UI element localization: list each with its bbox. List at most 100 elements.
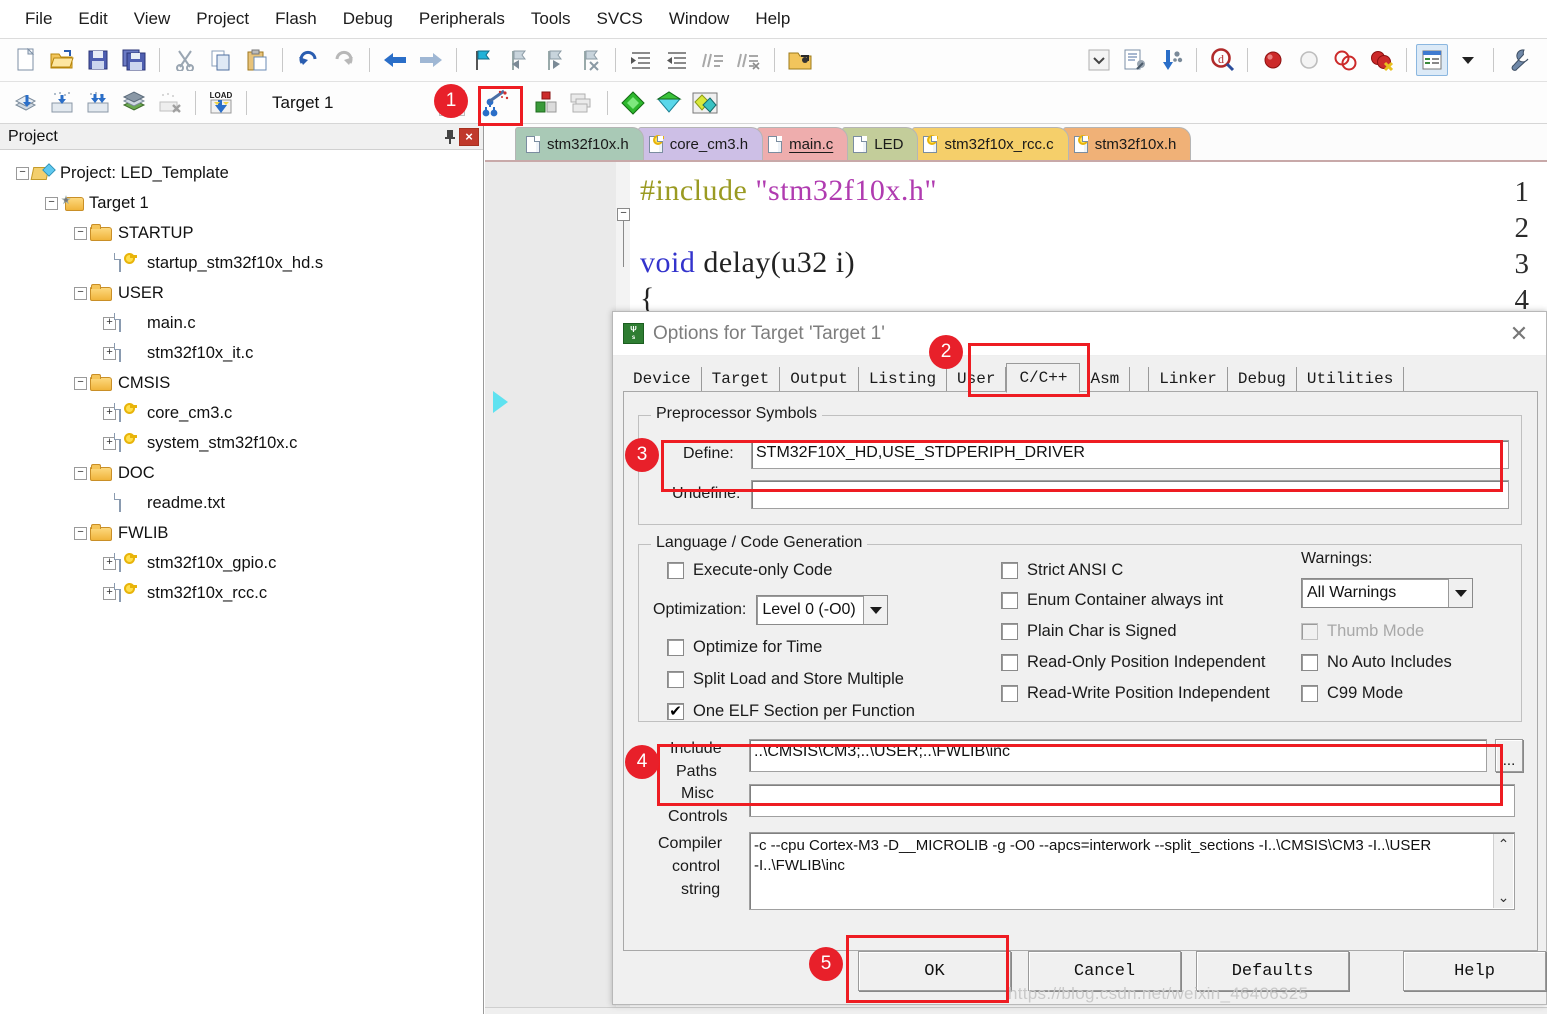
checkbox-strict-ansi-c[interactable]: Strict ANSI C bbox=[1001, 561, 1123, 580]
open-folder-icon[interactable] bbox=[784, 44, 816, 76]
menu-item-edit[interactable]: Edit bbox=[65, 6, 120, 32]
tree-item-project-led-template[interactable]: − Project: LED_Template bbox=[4, 158, 483, 188]
editor-tab-strip[interactable]: stm32f10x.h core_cm3.h main.c LED stm32f10x_… bbox=[485, 124, 1547, 162]
editor-tab-stm32f10x-h[interactable]: stm32f10x.h bbox=[1062, 127, 1192, 160]
navigate-back-icon[interactable] bbox=[379, 44, 411, 76]
tab-device[interactable]: Device bbox=[623, 367, 702, 392]
breakpoint-icon[interactable] bbox=[1257, 44, 1289, 76]
menu-item-view[interactable]: View bbox=[121, 6, 184, 32]
start-debug-icon[interactable] bbox=[617, 87, 649, 119]
tab-c-cpp[interactable]: C/C++ bbox=[1006, 363, 1081, 393]
checkbox-no-auto-includes[interactable]: No Auto Includes bbox=[1301, 653, 1452, 672]
options-for-target-icon[interactable] bbox=[479, 87, 511, 119]
editor-tab-main-c[interactable]: main.c bbox=[757, 127, 849, 160]
dropdown-icon[interactable] bbox=[1083, 44, 1115, 76]
comment-icon[interactable] bbox=[697, 44, 729, 76]
tab-listing[interactable]: Listing bbox=[859, 367, 948, 392]
editor-tab-core-cm3-h[interactable]: core_cm3.h bbox=[637, 127, 764, 160]
build-icon[interactable] bbox=[46, 87, 78, 119]
checkbox-execute-only-code[interactable]: Execute-only Code bbox=[667, 561, 832, 580]
tree-item-fwlib[interactable]: − FWLIB bbox=[4, 518, 483, 548]
fold-toggle-line4[interactable]: − bbox=[617, 208, 630, 221]
close-icon[interactable]: × bbox=[459, 127, 479, 146]
chevron-down-icon[interactable] bbox=[1448, 579, 1472, 607]
breakpoint-kill-all-icon[interactable] bbox=[1365, 44, 1397, 76]
tree-collapse-icon[interactable]: − bbox=[16, 166, 29, 180]
include-paths-input[interactable]: ..\CMSIS\CM3;..\USER;..\FWLIB\inc bbox=[749, 739, 1487, 772]
manage-project-items-icon[interactable] bbox=[530, 87, 562, 119]
editor-tab-stm32f10x-rcc-c[interactable]: stm32f10x_rcc.c bbox=[912, 127, 1069, 160]
translate-icon[interactable] bbox=[10, 87, 42, 119]
misc-controls-input[interactable] bbox=[749, 784, 1515, 817]
tab-output[interactable]: Output bbox=[780, 367, 859, 392]
indent-icon[interactable] bbox=[625, 44, 657, 76]
bookmark-toggle-icon[interactable] bbox=[466, 44, 498, 76]
close-icon[interactable]: ✕ bbox=[1502, 319, 1536, 349]
outdent-icon[interactable] bbox=[661, 44, 693, 76]
tree-item-startup[interactable]: − STARTUP bbox=[4, 218, 483, 248]
menu-item-peripherals[interactable]: Peripherals bbox=[406, 6, 518, 32]
menu-item-project[interactable]: Project bbox=[183, 6, 262, 32]
download-icon[interactable]: LOAD bbox=[205, 87, 237, 119]
rebuild-icon[interactable] bbox=[82, 87, 114, 119]
checkbox-split-load-store[interactable]: Split Load and Store Multiple bbox=[667, 670, 904, 689]
chevron-down-icon[interactable]: ⌄ bbox=[1498, 889, 1510, 906]
tab-asm[interactable]: Asm bbox=[1080, 367, 1131, 392]
insert-file-icon[interactable] bbox=[1119, 44, 1151, 76]
checkbox-box[interactable] bbox=[1001, 562, 1018, 579]
chevron-up-icon[interactable]: ⌃ bbox=[1498, 836, 1510, 853]
checkbox-box[interactable] bbox=[1001, 592, 1018, 609]
define-input[interactable]: STM32F10X_HD,USE_STDPERIPH_DRIVER bbox=[751, 440, 1509, 469]
checkbox-box[interactable] bbox=[1001, 654, 1018, 671]
tree-collapse-icon[interactable]: − bbox=[74, 526, 87, 540]
tree-item-stm32f10x-it-c[interactable]: + stm32f10x_it.c bbox=[4, 338, 483, 368]
menu-item-window[interactable]: Window bbox=[656, 6, 742, 32]
pack-installer-icon[interactable] bbox=[689, 87, 721, 119]
tab-linker[interactable]: Linker bbox=[1148, 367, 1228, 392]
tree-item-doc[interactable]: − DOC bbox=[4, 458, 483, 488]
tab-utilities[interactable]: Utilities bbox=[1297, 367, 1405, 392]
checkbox-box[interactable]: ✔ bbox=[667, 703, 684, 720]
checkbox-enum-container-int[interactable]: Enum Container always int bbox=[1001, 591, 1223, 610]
checkbox-read-write-position-independent[interactable]: Read-Write Position Independent bbox=[1001, 684, 1270, 703]
paste-icon[interactable] bbox=[241, 44, 273, 76]
compiler-string-scrollbar[interactable]: ⌃ ⌄ bbox=[1493, 834, 1513, 908]
checkbox-box[interactable] bbox=[1301, 685, 1318, 702]
compiler-control-string-box[interactable]: -c --cpu Cortex-M3 -D__MICROLIB -g -O0 -… bbox=[749, 832, 1515, 910]
save-all-icon[interactable] bbox=[118, 44, 150, 76]
tree-item-readme-txt[interactable]: readme.txt bbox=[4, 488, 483, 518]
tree-item-system-stm32f10x-c[interactable]: + system_stm32f10x.c bbox=[4, 428, 483, 458]
find-in-files-icon[interactable]: d bbox=[1206, 44, 1238, 76]
tree-collapse-icon[interactable]: − bbox=[45, 196, 58, 210]
configure-tools-icon[interactable] bbox=[1503, 44, 1535, 76]
bookmark-next-icon[interactable] bbox=[538, 44, 570, 76]
tree-collapse-icon[interactable]: − bbox=[74, 286, 87, 300]
checkbox-box[interactable] bbox=[1001, 623, 1018, 640]
tree-item-user[interactable]: − USER bbox=[4, 278, 483, 308]
checkbox-c99-mode[interactable]: C99 Mode bbox=[1301, 684, 1403, 703]
tree-item-core-cm3-c[interactable]: + core_cm3.c bbox=[4, 398, 483, 428]
open-file-icon[interactable] bbox=[46, 44, 78, 76]
tree-item-target-1[interactable]: − Target 1 bbox=[4, 188, 483, 218]
cut-icon[interactable] bbox=[169, 44, 201, 76]
tab-target[interactable]: Target bbox=[702, 367, 781, 392]
tab-debug[interactable]: Debug bbox=[1228, 367, 1297, 392]
copy-icon[interactable] bbox=[205, 44, 237, 76]
checkbox-box[interactable] bbox=[667, 562, 684, 579]
breakpoint-disable-all-icon[interactable] bbox=[1329, 44, 1361, 76]
checkbox-one-elf-section[interactable]: ✔ One ELF Section per Function bbox=[667, 702, 915, 721]
menu-item-svcs[interactable]: SVCS bbox=[584, 6, 656, 32]
menu-item-help[interactable]: Help bbox=[742, 6, 803, 32]
help-button[interactable]: Help bbox=[1403, 951, 1546, 991]
breakpoint-disable-icon[interactable] bbox=[1293, 44, 1325, 76]
save-icon[interactable] bbox=[82, 44, 114, 76]
stop-build-icon[interactable] bbox=[154, 87, 186, 119]
checkbox-box[interactable] bbox=[1301, 654, 1318, 671]
tree-item-cmsis[interactable]: − CMSIS bbox=[4, 368, 483, 398]
menu-item-file[interactable]: File bbox=[12, 6, 65, 32]
manage-windows-icon[interactable] bbox=[1416, 44, 1448, 76]
pin-icon[interactable] bbox=[441, 128, 459, 146]
project-tree[interactable]: − Project: LED_Template − Target 1− STARTUP s… bbox=[0, 150, 483, 608]
checkbox-box[interactable] bbox=[1001, 685, 1018, 702]
redo-icon[interactable] bbox=[328, 44, 360, 76]
